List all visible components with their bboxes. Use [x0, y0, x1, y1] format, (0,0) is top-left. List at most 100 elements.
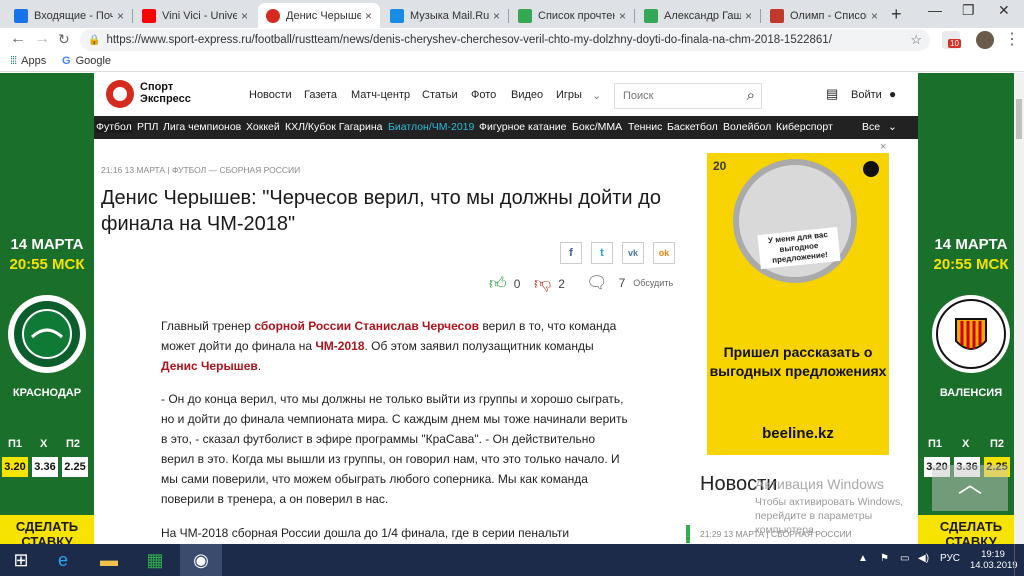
- chevron-down-icon[interactable]: ⌄: [888, 121, 897, 133]
- category-more[interactable]: Все: [862, 121, 880, 133]
- youtube-icon: [142, 8, 156, 23]
- category-khl[interactable]: КХЛ/Кубок Гагарина: [285, 121, 383, 133]
- category-rpl[interactable]: РПЛ: [137, 121, 158, 133]
- browser-tab-sport-express[interactable]: Денис Черышев: "Ч ×: [258, 3, 380, 28]
- category-esports[interactable]: Киберспорт: [776, 121, 833, 133]
- nav-video[interactable]: Видео: [511, 89, 543, 101]
- article-paragraph: На ЧМ-2018 сборная России дошла до 1/4 ф…: [161, 526, 570, 540]
- category-biathlon[interactable]: Биатлон/ЧМ-2019: [388, 121, 474, 133]
- close-icon[interactable]: ×: [871, 9, 878, 23]
- facebook-share-icon[interactable]: f: [560, 242, 582, 264]
- nav-photo[interactable]: Фото: [471, 89, 496, 101]
- extension-icon[interactable]: 10: [942, 31, 961, 49]
- chevron-down-icon[interactable]: ⌄: [592, 89, 601, 102]
- close-icon[interactable]: ×: [117, 9, 124, 23]
- discuss-link[interactable]: Обсудить: [633, 278, 673, 288]
- scrollbar-thumb[interactable]: [1016, 99, 1022, 139]
- forward-icon[interactable]: →: [34, 30, 50, 48]
- olimp-icon: [770, 8, 784, 23]
- close-icon[interactable]: ×: [619, 9, 626, 23]
- odds-value[interactable]: 3.36: [32, 457, 58, 477]
- bookmark-google[interactable]: G Google: [62, 55, 111, 67]
- search-input[interactable]: Поиск ⌕: [614, 83, 762, 109]
- browser-tab-youtube[interactable]: Vini Vici - Unive ×: [134, 3, 256, 28]
- browser-tab-gashin[interactable]: Александр Гашин ×: [636, 3, 760, 28]
- maximize-icon[interactable]: ❐: [962, 2, 975, 19]
- valencia-crest-icon: [932, 295, 1010, 373]
- user-icon[interactable]: ●: [889, 87, 896, 101]
- new-tab-button[interactable]: +: [891, 4, 902, 25]
- back-icon[interactable]: ←: [10, 30, 26, 48]
- twitter-share-icon[interactable]: t: [591, 242, 613, 264]
- article-title: Денис Черышев: "Черчесов верил, что мы д…: [101, 187, 661, 235]
- odds-value[interactable]: 2.25: [62, 457, 88, 477]
- extension-badge: 10: [948, 39, 961, 48]
- site-logo-text[interactable]: Спорт Экспресс: [140, 81, 191, 105]
- reload-icon[interactable]: ↻: [58, 31, 70, 48]
- vk-share-icon[interactable]: vk: [622, 242, 644, 264]
- mail-icon: [14, 8, 28, 23]
- close-icon[interactable]: ×: [745, 9, 752, 23]
- category-champions-league[interactable]: Лига чемпионов: [163, 121, 241, 133]
- category-boxing[interactable]: Бокс/ММА: [572, 121, 622, 133]
- odds-value[interactable]: 3.20: [2, 457, 28, 477]
- beeline-ad[interactable]: 20 У меня для вас выгодное предложение! …: [707, 153, 889, 455]
- category-volleyball[interactable]: Волейбол: [723, 121, 771, 133]
- flag-icon[interactable]: ⚑: [880, 553, 889, 564]
- category-basketball[interactable]: Баскетбол: [667, 121, 718, 133]
- nav-news[interactable]: Новости: [249, 89, 292, 101]
- bet-cta-button[interactable]: СДЕЛАТЬ СТАВКУ: [918, 515, 1024, 544]
- text: . Об этом заявил полузащитник команды: [364, 339, 594, 353]
- like-button[interactable]: 👍︎ 0: [489, 273, 520, 294]
- browser-tab-music[interactable]: Музыка Mail.Ru – с ×: [382, 3, 508, 28]
- ad-close-icon[interactable]: ×: [880, 141, 886, 153]
- ok-share-icon[interactable]: ok: [653, 242, 675, 264]
- nav-match-center[interactable]: Матч-центр: [351, 89, 410, 101]
- minimize-icon[interactable]: —: [928, 2, 942, 18]
- category-hockey[interactable]: Хоккей: [246, 121, 280, 133]
- category-football[interactable]: Футбол: [96, 121, 132, 133]
- language-indicator[interactable]: РУС: [940, 553, 960, 564]
- show-desktop-button[interactable]: [1014, 544, 1020, 576]
- tray-expand-icon[interactable]: ▲: [858, 553, 868, 564]
- close-icon[interactable]: ×: [241, 9, 248, 23]
- bookmark-apps[interactable]: ⁞⁞⁞ Apps: [10, 55, 46, 67]
- network-icon[interactable]: ▭: [900, 553, 909, 564]
- internet-explorer-icon[interactable]: e: [42, 544, 84, 576]
- link-russia-team[interactable]: сборной России Станислав Черчесов: [254, 319, 479, 333]
- avatar[interactable]: [976, 31, 994, 49]
- browser-tab-reading-list[interactable]: Список прочтений ×: [510, 3, 634, 28]
- bet-cta-button[interactable]: СДЕЛАТЬ СТАВКУ: [0, 515, 94, 544]
- dislike-button[interactable]: 👎︎ 2: [534, 273, 565, 294]
- category-tennis[interactable]: Теннис: [628, 121, 662, 133]
- chrome-icon[interactable]: ◉: [180, 544, 222, 576]
- close-icon[interactable]: ×: [365, 9, 372, 23]
- clock[interactable]: 19:19 14.03.2019: [970, 549, 1018, 571]
- scrollbar[interactable]: [1014, 73, 1024, 544]
- scroll-top-button[interactable]: ︿: [932, 465, 1008, 511]
- windows-start-icon[interactable]: ⊞: [0, 544, 42, 576]
- menu-icon[interactable]: ⋮: [1004, 29, 1020, 49]
- promo-left[interactable]: 14 МАРТА 20:55 МСК КРАСНОДАР П1 Х П2 3.2…: [0, 73, 94, 544]
- link-wc-2018[interactable]: ЧМ-2018: [315, 339, 364, 353]
- bookmark-star-icon[interactable]: ☆: [910, 32, 922, 48]
- comments-button[interactable]: 🗨︎ 7 Обсудить: [586, 273, 673, 293]
- link-cheryshev[interactable]: Денис Черышев: [161, 359, 258, 373]
- browser-tab-olimp[interactable]: Олимп - Список с ×: [762, 3, 886, 28]
- nav-games[interactable]: Игры: [556, 89, 582, 101]
- address-bar[interactable]: 🔒 https://www.sport-express.ru/football/…: [80, 29, 930, 51]
- store-icon[interactable]: ▦: [134, 544, 176, 576]
- file-explorer-icon[interactable]: ▬: [88, 544, 130, 576]
- nav-articles[interactable]: Статьи: [422, 89, 458, 101]
- nav-newspaper[interactable]: Газета: [304, 89, 337, 101]
- volume-icon[interactable]: ◀): [918, 553, 929, 564]
- close-icon[interactable]: ×: [493, 9, 500, 23]
- newspaper-icon[interactable]: ▤: [826, 86, 838, 102]
- login-link[interactable]: Войти: [851, 89, 882, 101]
- sport-express-logo-icon[interactable]: [106, 80, 134, 108]
- category-figure-skating[interactable]: Фигурное катание: [479, 121, 567, 133]
- comments-icon: 🗨︎: [586, 273, 608, 292]
- search-icon[interactable]: ⌕: [747, 87, 755, 104]
- close-window-icon[interactable]: ✕: [998, 2, 1010, 19]
- browser-tab-mail[interactable]: Входящие - Почта ×: [6, 3, 132, 28]
